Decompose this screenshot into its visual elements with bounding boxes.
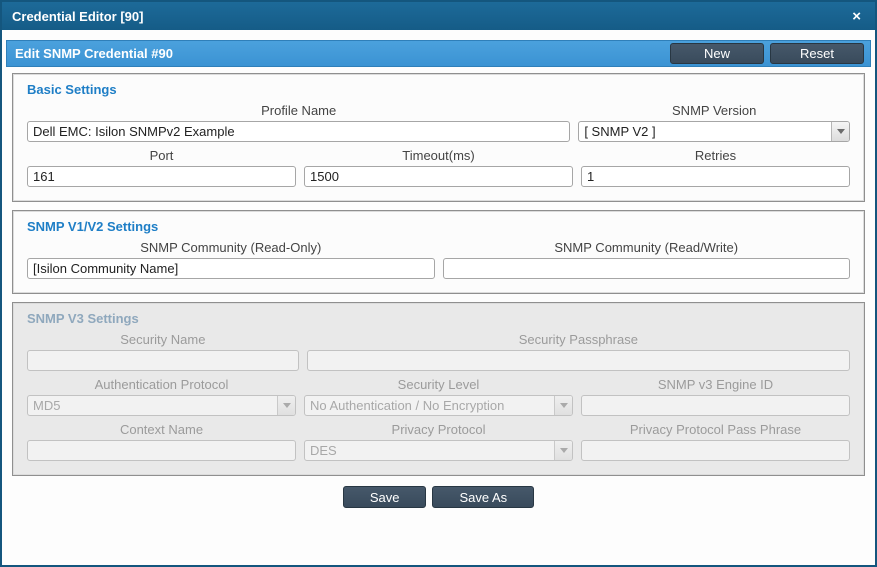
privacy-passphrase-field: Privacy Protocol Pass Phrase: [581, 422, 850, 461]
chevron-down-icon: [831, 122, 849, 141]
auth-protocol-value: MD5: [33, 398, 61, 413]
security-level-select: No Authentication / No Encryption: [304, 395, 573, 416]
timeout-field: Timeout(ms): [304, 148, 573, 187]
window-title: Credential Editor [90]: [12, 8, 144, 24]
snmp-version-select[interactable]: [ SNMP V2 ]: [578, 121, 850, 142]
security-passphrase-field: Security Passphrase: [306, 332, 850, 371]
security-level-field: Security Level No Authentication / No En…: [304, 377, 573, 416]
basic-settings-row-2: Port Timeout(ms) Retries: [27, 148, 850, 187]
engine-id-field: SNMP v3 Engine ID: [581, 377, 850, 416]
security-name-input: [27, 350, 299, 371]
titlebar: Credential Editor [90] ×: [2, 2, 875, 30]
chevron-down-icon: [554, 396, 572, 415]
community-rw-input[interactable]: [442, 258, 850, 279]
port-input[interactable]: [27, 166, 296, 187]
header-buttons: New Reset: [670, 43, 864, 64]
snmp-version-label: SNMP Version: [672, 103, 757, 118]
retries-input[interactable]: [581, 166, 850, 187]
security-passphrase-input: [306, 350, 850, 371]
v3-settings-row-3: Context Name Privacy Protocol DES Privac…: [27, 422, 850, 461]
credential-editor-window: Credential Editor [90] × Edit SNMP Crede…: [0, 0, 877, 567]
security-level-label: Security Level: [397, 377, 480, 392]
v3-settings-row-2: Authentication Protocol MD5 Security Lev…: [27, 377, 850, 416]
port-field: Port: [27, 148, 296, 187]
security-name-field: Security Name: [27, 332, 299, 371]
profile-name-field: Profile Name: [27, 103, 571, 142]
v1v2-settings-section: SNMP V1/V2 Settings SNMP Community (Read…: [12, 210, 865, 294]
basic-settings-section: Basic Settings Profile Name SNMP Version…: [12, 73, 865, 202]
auth-protocol-label: Authentication Protocol: [94, 377, 229, 392]
chevron-down-icon: [277, 396, 295, 415]
privacy-protocol-label: Privacy Protocol: [391, 422, 486, 437]
security-level-value: No Authentication / No Encryption: [310, 398, 505, 413]
profile-name-input[interactable]: [27, 121, 571, 142]
context-name-input: [27, 440, 296, 461]
footer-buttons: Save Save As: [12, 484, 865, 522]
close-icon[interactable]: ×: [848, 7, 865, 26]
save-as-button[interactable]: Save As: [432, 486, 535, 508]
new-button[interactable]: New: [670, 43, 764, 64]
context-name-label: Context Name: [119, 422, 204, 437]
community-rw-label: SNMP Community (Read/Write): [554, 240, 739, 255]
header-bar: Edit SNMP Credential #90 New Reset: [6, 40, 871, 67]
reset-button[interactable]: Reset: [770, 43, 864, 64]
v3-settings-section: SNMP V3 Settings Security Name Security …: [12, 302, 865, 476]
basic-settings-title: Basic Settings: [27, 82, 117, 97]
port-label: Port: [149, 148, 174, 163]
security-name-label: Security Name: [120, 332, 206, 347]
timeout-label: Timeout(ms): [402, 148, 475, 163]
privacy-passphrase-label: Privacy Protocol Pass Phrase: [629, 422, 802, 437]
security-passphrase-label: Security Passphrase: [518, 332, 638, 347]
community-ro-label: SNMP Community (Read-Only): [140, 240, 322, 255]
privacy-protocol-select: DES: [304, 440, 573, 461]
auth-protocol-select: MD5: [27, 395, 296, 416]
profile-name-label: Profile Name: [261, 103, 337, 118]
community-ro-field: SNMP Community (Read-Only): [27, 240, 435, 279]
basic-settings-row-1: Profile Name SNMP Version [ SNMP V2 ]: [27, 103, 850, 142]
retries-field: Retries: [581, 148, 850, 187]
retries-label: Retries: [694, 148, 737, 163]
auth-protocol-field: Authentication Protocol MD5: [27, 377, 296, 416]
context-name-field: Context Name: [27, 422, 296, 461]
snmp-version-field: SNMP Version [ SNMP V2 ]: [578, 103, 850, 142]
v3-settings-row-1: Security Name Security Passphrase: [27, 332, 850, 371]
timeout-input[interactable]: [304, 166, 573, 187]
engine-id-input: [581, 395, 850, 416]
privacy-passphrase-input: [581, 440, 850, 461]
v1v2-settings-title: SNMP V1/V2 Settings: [27, 219, 159, 234]
chevron-down-icon: [554, 441, 572, 460]
privacy-protocol-value: DES: [310, 443, 337, 458]
engine-id-label: SNMP v3 Engine ID: [657, 377, 774, 392]
save-button[interactable]: Save: [342, 486, 427, 508]
page-title: Edit SNMP Credential #90: [15, 46, 173, 61]
community-ro-input[interactable]: [27, 258, 435, 279]
dialog-body: Basic Settings Profile Name SNMP Version…: [2, 67, 875, 565]
community-rw-field: SNMP Community (Read/Write): [442, 240, 850, 279]
v1v2-settings-row: SNMP Community (Read-Only) SNMP Communit…: [27, 240, 850, 279]
privacy-protocol-field: Privacy Protocol DES: [304, 422, 573, 461]
v3-settings-title: SNMP V3 Settings: [27, 311, 139, 326]
snmp-version-value: [ SNMP V2 ]: [584, 124, 656, 139]
